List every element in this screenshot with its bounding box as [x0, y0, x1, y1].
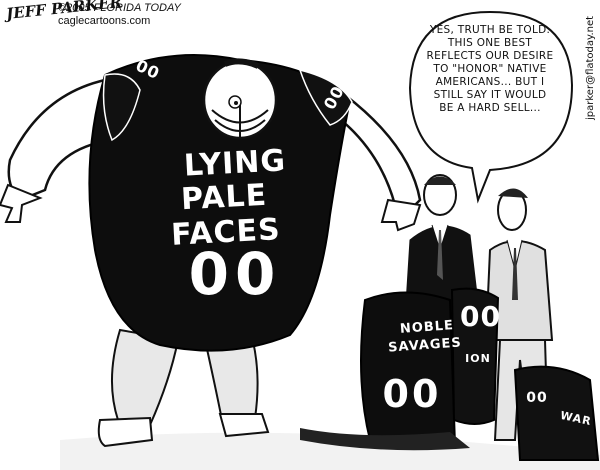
email-text: jparker@flatoday.net: [585, 15, 596, 120]
speech-bubble-text: YES, TRUTH BE TOLD. THIS ONE BEST REFLEC…: [426, 24, 554, 114]
held-jersey-number: 00: [382, 372, 442, 416]
copyright-credit: ©2005 FLORIDA TODAY caglecartoons.com: [58, 2, 181, 28]
copyright-line: ©2005 FLORIDA TODAY: [58, 2, 181, 14]
back-jersey-number: 00: [460, 300, 501, 333]
player-right-hand: [380, 198, 422, 232]
main-jersey-number: 00: [188, 240, 282, 308]
right-jersey-number: 00: [526, 390, 548, 406]
cartoon-panel: JEFF PARKER ©2005 FLORIDA TODAY caglecar…: [0, 0, 600, 470]
player-right-shoe: [218, 413, 270, 438]
site-credit: caglecartoons.com: [58, 15, 151, 27]
back-jersey-word: ION: [465, 352, 491, 365]
held-jersey: [360, 291, 457, 450]
player-left-shoe: [97, 416, 154, 448]
